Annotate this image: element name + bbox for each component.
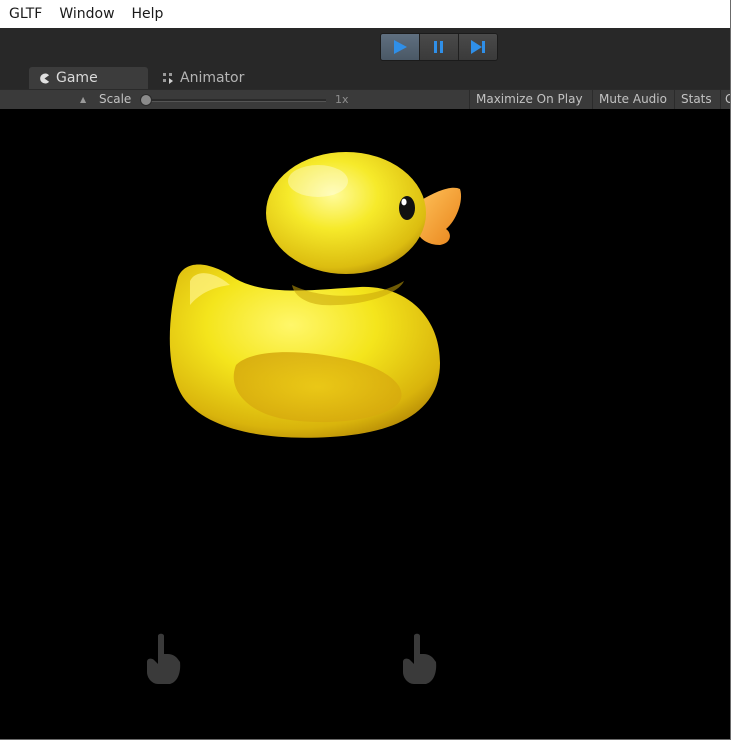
scale-slider-track[interactable]: [146, 99, 326, 102]
step-icon: [471, 40, 485, 54]
display-updown-icon[interactable]: ▲: [80, 90, 86, 109]
play-icon: [394, 40, 407, 54]
unity-editor-window: GLTF Window Help Game Animator ▲ Scale 1…: [0, 0, 731, 740]
pause-icon: [434, 41, 443, 53]
pause-button[interactable]: [420, 34, 459, 60]
mute-audio-button[interactable]: Mute Audio: [592, 90, 673, 109]
maximize-on-play-button[interactable]: Maximize On Play: [469, 90, 589, 109]
view-tabs: Game Animator: [0, 66, 730, 89]
menu-window[interactable]: Window: [50, 0, 122, 28]
menu-gltf[interactable]: GLTF: [0, 0, 50, 28]
menu-bar: GLTF Window Help: [0, 0, 730, 28]
gizmos-button[interactable]: G: [720, 90, 730, 109]
touch-hand-icon[interactable]: [400, 632, 438, 686]
play-controls: [380, 33, 498, 61]
touch-hand-icon[interactable]: [144, 632, 182, 686]
play-toolbar: [0, 28, 730, 66]
scale-value: 1x: [335, 93, 349, 106]
scale-label: Scale: [99, 92, 132, 106]
step-button[interactable]: [459, 34, 497, 60]
menu-help[interactable]: Help: [123, 0, 172, 28]
game-view-toolbar: ▲ Scale 1x Maximize On Play Mute Audio S…: [0, 89, 730, 109]
game-pacman-icon: [39, 72, 50, 84]
tab-animator[interactable]: Animator: [160, 67, 260, 89]
stats-button[interactable]: Stats: [674, 90, 718, 109]
tab-game[interactable]: Game: [29, 67, 148, 89]
game-viewport[interactable]: [0, 109, 730, 739]
animator-grid-icon: [162, 72, 174, 84]
tab-animator-label: Animator: [180, 70, 245, 86]
rubber-duck-model: [169, 152, 462, 438]
tab-game-label: Game: [56, 70, 98, 86]
play-button[interactable]: [381, 34, 420, 60]
scale-slider-thumb[interactable]: [140, 94, 152, 106]
